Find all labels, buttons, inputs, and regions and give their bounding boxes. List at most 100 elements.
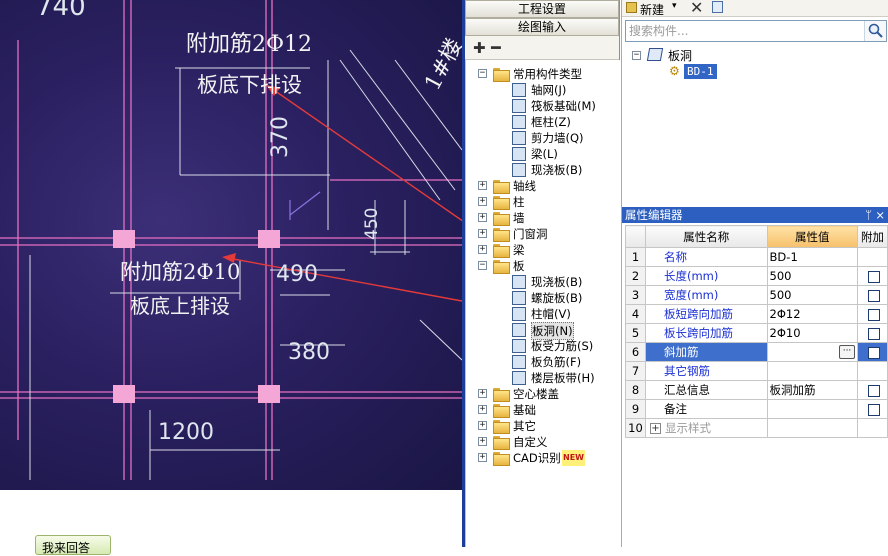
- property-value[interactable]: [766, 361, 859, 381]
- property-row[interactable]: 5 板长跨向加筋 2Φ10: [625, 323, 888, 343]
- property-row[interactable]: 7 其它钢筋: [625, 361, 888, 381]
- tree-item-label[interactable]: 框柱(Z): [531, 114, 571, 130]
- tree-item[interactable]: 板受力筋(S): [466, 338, 621, 354]
- expand-icon[interactable]: +: [478, 453, 487, 462]
- extra-checkbox[interactable]: [868, 270, 880, 283]
- tree-item-label[interactable]: 柱: [513, 194, 525, 210]
- expand-all-icon[interactable]: ✚: [473, 39, 486, 57]
- property-value[interactable]: 2Φ12: [766, 304, 859, 324]
- tree-item-label[interactable]: 现浇板(B): [531, 274, 582, 290]
- component-root-label[interactable]: 板洞: [668, 47, 692, 64]
- expand-icon[interactable]: +: [478, 389, 487, 398]
- tree-item[interactable]: − 板: [466, 258, 621, 274]
- tree-item[interactable]: 剪力墙(Q): [466, 130, 621, 146]
- expand-icon[interactable]: +: [478, 421, 487, 430]
- property-value[interactable]: ···: [766, 342, 859, 362]
- property-value[interactable]: BD-1: [766, 247, 859, 267]
- component-item-bd1[interactable]: BD-1: [684, 64, 717, 79]
- tree-item-label[interactable]: 常用构件类型: [513, 66, 582, 82]
- tree-item-label[interactable]: 螺旋板(B): [531, 290, 582, 306]
- header-extra[interactable]: 附加: [857, 225, 888, 248]
- pin-icon[interactable]: ᛘ: [865, 207, 872, 223]
- tree-item-label[interactable]: 其它: [513, 418, 536, 434]
- new-button[interactable]: 新建: [640, 1, 664, 18]
- property-value[interactable]: 500: [766, 266, 859, 286]
- project-settings-button[interactable]: 工程设置: [465, 0, 619, 18]
- tree-item-label[interactable]: 板负筋(F): [531, 354, 581, 370]
- tree-item-label[interactable]: 门窗洞: [513, 226, 548, 242]
- property-row[interactable]: 3 宽度(mm) 500: [625, 285, 888, 305]
- tree-item-label[interactable]: 轴线: [513, 178, 536, 194]
- header-property-value[interactable]: 属性值: [766, 225, 859, 248]
- property-value[interactable]: 2Φ10: [766, 323, 859, 343]
- property-row[interactable]: 6 斜加筋 ···: [625, 342, 888, 362]
- expand-icon[interactable]: +: [478, 437, 487, 446]
- tree-item-label[interactable]: 梁(L): [531, 146, 558, 162]
- tree-item-label[interactable]: 轴网(J): [531, 82, 566, 98]
- copy-icon[interactable]: [712, 1, 723, 13]
- tree-item-label[interactable]: CAD识别: [513, 450, 561, 466]
- tree-item[interactable]: 现浇板(B): [466, 162, 621, 178]
- tree-item-label[interactable]: 剪力墙(Q): [531, 130, 584, 146]
- tree-item-label[interactable]: 空心楼盖: [513, 386, 559, 402]
- tree-item[interactable]: 柱帽(V): [466, 306, 621, 322]
- tree-item[interactable]: + 自定义: [466, 434, 621, 450]
- collapse-icon[interactable]: −: [478, 261, 487, 270]
- collapse-icon[interactable]: −: [478, 69, 487, 78]
- extra-checkbox[interactable]: [868, 403, 880, 416]
- tree-item-label[interactable]: 基础: [513, 402, 536, 418]
- tree-item[interactable]: 轴网(J): [466, 82, 621, 98]
- property-row[interactable]: 9 备注: [625, 399, 888, 419]
- extra-checkbox[interactable]: [868, 289, 880, 302]
- tree-item-label[interactable]: 墙: [513, 210, 525, 226]
- tree-item-label[interactable]: 筏板基础(M): [531, 98, 596, 114]
- search-button[interactable]: [864, 21, 886, 41]
- tree-item[interactable]: 楼层板带(H): [466, 370, 621, 386]
- extra-checkbox[interactable]: [868, 308, 880, 321]
- tree-item[interactable]: + 梁: [466, 242, 621, 258]
- tree-item-label[interactable]: 板受力筋(S): [531, 338, 593, 354]
- tree-item[interactable]: 螺旋板(B): [466, 290, 621, 306]
- collapse-icon[interactable]: −: [632, 51, 641, 60]
- property-row[interactable]: 8 汇总信息 板洞加筋: [625, 380, 888, 400]
- tree-item[interactable]: 现浇板(B): [466, 274, 621, 290]
- tree-item[interactable]: + 门窗洞: [466, 226, 621, 242]
- extra-checkbox[interactable]: [868, 327, 880, 340]
- tree-item[interactable]: + 空心楼盖: [466, 386, 621, 402]
- property-row[interactable]: 2 长度(mm) 500: [625, 266, 888, 286]
- tree-item-label[interactable]: 现浇板(B): [531, 162, 582, 178]
- property-value[interactable]: [766, 399, 859, 419]
- cad-viewport[interactable]: 740 附加筋2Φ12 板底下排设 附加筋2Φ10 板底上排设 370 490 …: [0, 0, 462, 490]
- new-icon[interactable]: [626, 2, 637, 13]
- tree-item-label[interactable]: 楼层板带(H): [531, 370, 595, 386]
- tree-item-label[interactable]: 自定义: [513, 434, 548, 450]
- close-icon[interactable]: ×: [875, 207, 885, 223]
- expand-icon[interactable]: +: [478, 245, 487, 254]
- collapse-all-icon[interactable]: ━: [491, 38, 501, 57]
- tree-item[interactable]: 板负筋(F): [466, 354, 621, 370]
- tree-item[interactable]: + 柱: [466, 194, 621, 210]
- property-row[interactable]: 10 + 显示样式: [625, 418, 888, 438]
- delete-icon[interactable]: ✕: [690, 0, 703, 17]
- tree-item[interactable]: 板洞(N): [466, 322, 621, 340]
- tree-item[interactable]: + 基础: [466, 402, 621, 418]
- property-value[interactable]: [766, 418, 859, 438]
- tree-item[interactable]: + 轴线: [466, 178, 621, 194]
- tree-item[interactable]: 筏板基础(M): [466, 98, 621, 114]
- tree-item-label[interactable]: 柱帽(V): [531, 306, 571, 322]
- tree-item-label[interactable]: 板: [513, 258, 525, 274]
- extra-checkbox[interactable]: [868, 346, 880, 359]
- tree-item[interactable]: + 其它: [466, 418, 621, 434]
- ellipsis-button[interactable]: ···: [839, 345, 855, 359]
- property-value[interactable]: 板洞加筋: [766, 380, 859, 400]
- expand-icon[interactable]: +: [478, 213, 487, 222]
- tree-item-label[interactable]: 梁: [513, 242, 525, 258]
- search-input[interactable]: [626, 21, 864, 41]
- dropdown-arrow-icon[interactable]: ▾: [672, 1, 677, 11]
- property-row[interactable]: 4 板短跨向加筋 2Φ12: [625, 304, 888, 324]
- header-property-name[interactable]: 属性名称: [644, 225, 768, 248]
- expand-icon[interactable]: +: [478, 229, 487, 238]
- property-value[interactable]: 500: [766, 285, 859, 305]
- expand-icon[interactable]: +: [478, 181, 487, 190]
- tree-item[interactable]: 框柱(Z): [466, 114, 621, 130]
